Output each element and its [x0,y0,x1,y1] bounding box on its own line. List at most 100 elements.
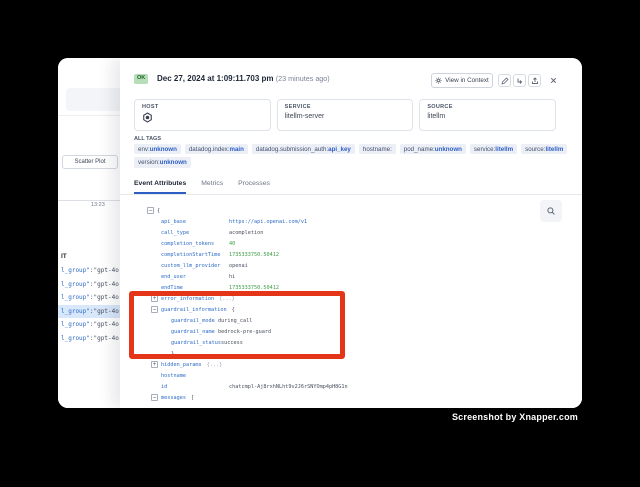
view-in-context-button[interactable]: View in Context [431,73,493,88]
attribute-key: hidden_params [161,362,202,368]
list-item-value: :"gpt-4o [90,335,119,342]
scatter-plot-button[interactable]: Scatter Plot [62,155,118,169]
list-item[interactable]: l_group":"gpt-4o [58,264,120,278]
view-in-context-label: View in Context [445,77,489,84]
source-value: litellm [427,113,548,120]
panel-tabs: Event Attributes Metrics Processes [120,175,582,195]
host-label: HOST [142,104,263,110]
status-badge: OK [134,74,148,84]
attribute-value: { [157,208,160,214]
attribute-key: hostname [161,373,229,379]
attribute-row[interactable]: messages [ [134,392,574,403]
trace-icon [516,77,524,85]
attribute-row[interactable]: { [134,205,574,216]
tab-label: Metrics [201,180,223,187]
divider [58,115,120,116]
tag-pill[interactable]: datadog.index:main [185,144,248,154]
attribute-row[interactable]: id chatcmpl-Aj8rxhNLht9v2J6rSNYOmp4pH8G1… [134,381,574,392]
list-item-key: l_group" [61,267,90,274]
list-item[interactable]: l_group":"gpt-4o [58,305,120,319]
attribute-key: id [161,384,229,390]
tag-value: main [229,146,243,153]
tree-toggle-icon[interactable] [151,394,158,401]
attribute-key: call_type [161,230,229,236]
background-page: Scatter Plot 13:23 IT l_group":"gpt-4o l… [58,58,120,408]
list-item[interactable]: l_group":"gpt-4o [58,318,120,332]
attribute-value: {...} [219,296,235,302]
tab[interactable]: Metrics [201,175,223,194]
list-item-key: l_group" [61,294,90,301]
attribute-tree: { api_base https://api.openai.com/v1 cal… [134,205,574,403]
source-label: SOURCE [427,104,548,110]
attribute-key: api_base [161,219,229,225]
screenshot-canvas: Scatter Plot 13:23 IT l_group":"gpt-4o l… [0,0,640,487]
tag-pill[interactable]: service:litellm [470,144,517,154]
tab[interactable]: Processes [238,175,270,194]
list-item[interactable]: l_group":"gpt-4o [58,291,120,305]
attribute-row[interactable]: end_user hi [134,271,574,282]
tag-key: source: [525,146,545,153]
attribute-row[interactable]: api_base https://api.openai.com/v1 [134,216,574,227]
attribute-row[interactable]: endTime 1735333750.50412 [134,282,574,293]
close-button[interactable] [547,74,560,87]
tag-value: unknown [435,146,462,153]
tree-toggle-icon[interactable] [151,295,158,302]
attribute-row[interactable]: completion_tokens 40 [134,238,574,249]
host-box[interactable]: HOST [134,99,271,131]
tree-toggle-icon[interactable] [151,361,158,368]
attribute-row[interactable]: hidden_params {...} [134,359,574,370]
attribute-value: } [171,351,174,357]
export-button[interactable] [528,74,541,87]
tag-key: hostname: [363,146,392,153]
list-item-key: l_group" [61,281,90,288]
tag-value: litellm [545,146,563,153]
tab[interactable]: Event Attributes [134,175,186,194]
attribute-key: end_user [161,274,229,280]
source-box[interactable]: SOURCE litellm [419,99,556,131]
attribute-row[interactable]: error_information {...} [134,293,574,304]
list-item[interactable]: l_group":"gpt-4o [58,278,120,292]
tag-key: datadog.index: [189,146,230,153]
attribute-row[interactable]: guardrail_mode during_call [134,315,574,326]
service-box[interactable]: SERVICE litellm-server [277,99,414,131]
attribute-row[interactable]: call_type acompletion [134,227,574,238]
tag-pill[interactable]: source:litellm [521,144,567,154]
tag-key: service: [474,146,495,153]
axis-tick-label: 13:23 [91,202,105,208]
attribute-row[interactable]: completionStartTime 1735333750.50412 [134,249,574,260]
service-value: litellm-server [285,113,406,120]
attribute-value: 1735333750.50412 [229,252,279,258]
attribute-row[interactable]: guardrail_status success [134,337,574,348]
tag-pill[interactable]: pod_name:unknown [400,144,466,154]
list-item-value: :"gpt-4o [90,308,119,315]
attribute-key: guardrail_name [171,329,218,335]
related-traces-button[interactable] [513,74,526,87]
attribute-row[interactable]: guardrail_name bedrock-pre-guard [134,326,574,337]
attribute-value: [ [191,395,194,401]
event-detail-window: Scatter Plot 13:23 IT l_group":"gpt-4o l… [58,58,582,408]
watermark-caption: Screenshot by Xnapper.com [452,412,578,422]
attribute-row[interactable]: } [134,348,574,359]
attribute-row[interactable]: custom_llm_provider openai [134,260,574,271]
attribute-key: custom_llm_provider [161,263,229,269]
tag-pill[interactable]: env:unknown [134,144,181,154]
attribute-value: https://api.openai.com/v1 [229,219,307,225]
timestamp-text: Dec 27, 2024 at 1:09:11.703 pm [157,74,274,83]
list-item-value: :"gpt-4o [90,321,119,328]
attribute-key: messages [161,395,186,401]
list-item[interactable]: l_group":"gpt-4o [58,332,120,346]
attribute-value: 1735333750.50412 [229,285,279,291]
edit-button[interactable] [498,74,511,87]
tag-pill[interactable]: hostname: [359,144,396,154]
tag-key: version: [138,159,160,166]
tree-toggle-icon[interactable] [151,306,158,313]
tag-pill[interactable]: datadog.submission_auth:api_key [252,144,355,154]
background-panel-block [66,88,120,111]
tag-pill[interactable]: version:unknown [134,157,191,167]
attribute-row[interactable]: hostname [134,370,574,381]
tab-label: Processes [238,180,270,187]
attribute-row[interactable]: guardrail_information { [134,304,574,315]
tree-toggle-icon[interactable] [147,207,154,214]
attribute-value: success [221,340,243,346]
tag-key: env: [138,146,150,153]
